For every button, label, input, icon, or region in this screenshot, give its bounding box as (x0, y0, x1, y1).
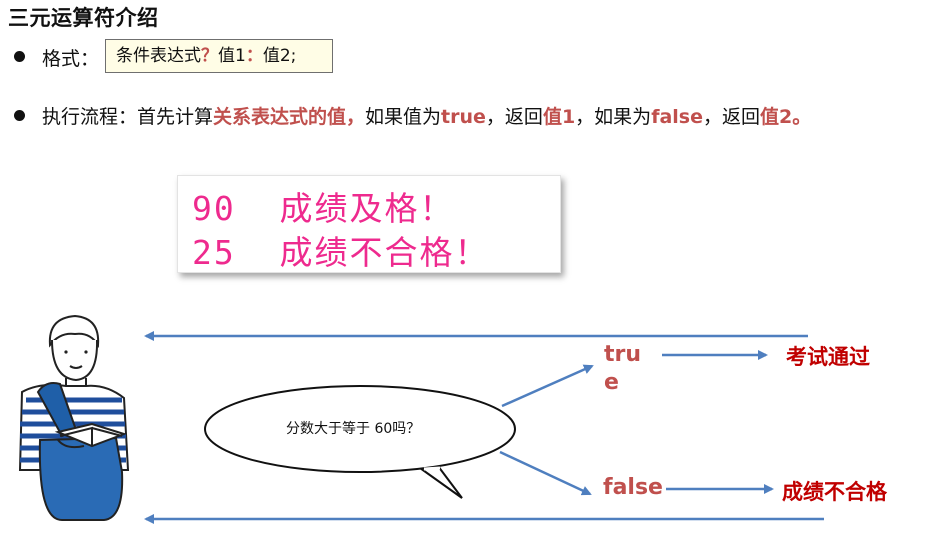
false-branch-arrow (499, 450, 592, 496)
student-reading-icon (18, 314, 130, 521)
true-result-text: 考试通过 (786, 345, 870, 369)
true-branch-arrow (501, 364, 594, 408)
flow-diagram (18, 314, 824, 524)
question-bubble (204, 385, 516, 499)
true-label-line1: tru (604, 342, 642, 367)
true-label-line2: e (604, 370, 619, 395)
question-text: 分数大于等于 60吗？ (286, 421, 421, 437)
false-label: false (603, 475, 663, 500)
false-result-text: 成绩不合格 (782, 480, 887, 504)
